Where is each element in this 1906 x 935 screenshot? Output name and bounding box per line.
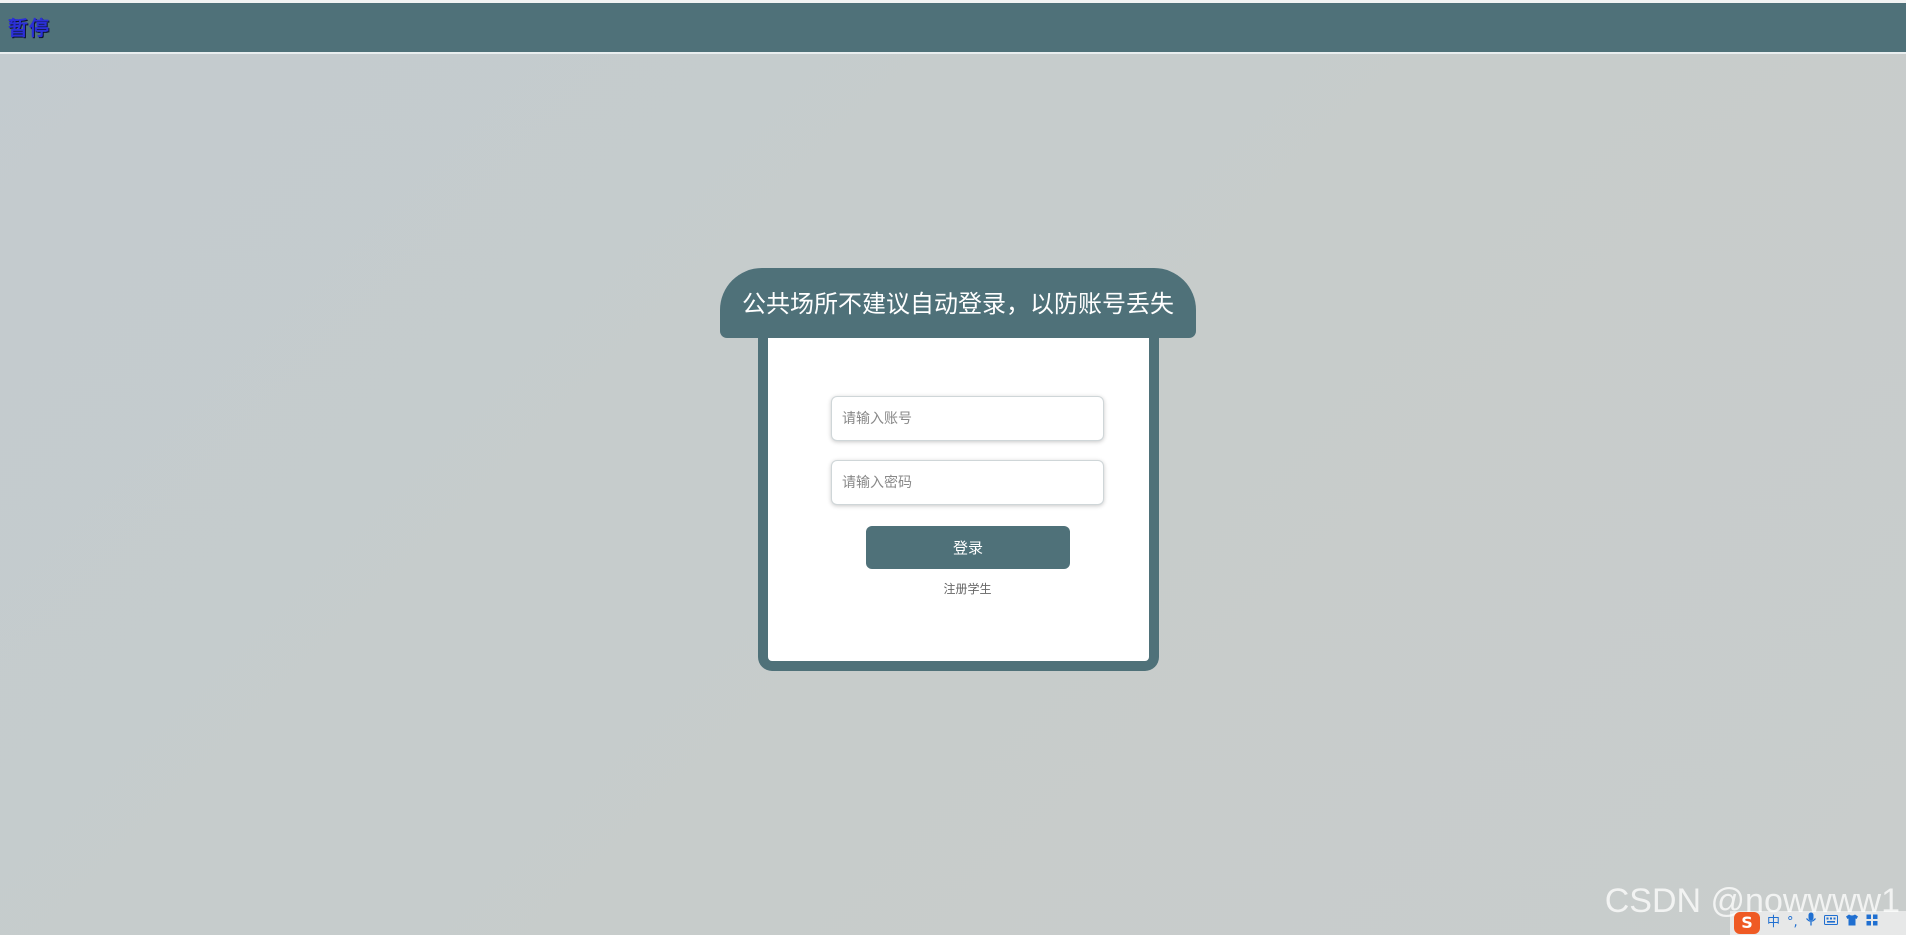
login-notice-header: 公共场所不建议自动登录，以防账号丢失 bbox=[720, 268, 1196, 338]
pause-label[interactable]: 暂停 bbox=[8, 12, 50, 41]
top-bar: 暂停 bbox=[0, 0, 1906, 54]
shirt-icon[interactable] bbox=[1845, 911, 1859, 935]
account-input[interactable] bbox=[831, 396, 1104, 441]
sogou-logo-icon[interactable]: S bbox=[1734, 912, 1760, 934]
register-student-link[interactable]: 注册学生 bbox=[768, 580, 1149, 597]
register-student-label[interactable]: 注册学生 bbox=[943, 582, 991, 596]
login-card: 登录 注册学生 bbox=[758, 336, 1159, 671]
ime-punctuation[interactable]: °, bbox=[1787, 911, 1798, 935]
ime-mode-chinese[interactable]: 中 bbox=[1767, 911, 1780, 935]
grid-icon[interactable] bbox=[1866, 911, 1878, 935]
login-notice-text: 公共场所不建议自动登录，以防账号丢失 bbox=[742, 290, 1174, 318]
login-button[interactable]: 登录 bbox=[866, 526, 1070, 569]
ime-toolbar: S 中 °, bbox=[1730, 911, 1906, 935]
mic-icon[interactable] bbox=[1805, 911, 1817, 935]
password-input[interactable] bbox=[831, 460, 1104, 505]
keyboard-icon[interactable] bbox=[1823, 911, 1838, 935]
